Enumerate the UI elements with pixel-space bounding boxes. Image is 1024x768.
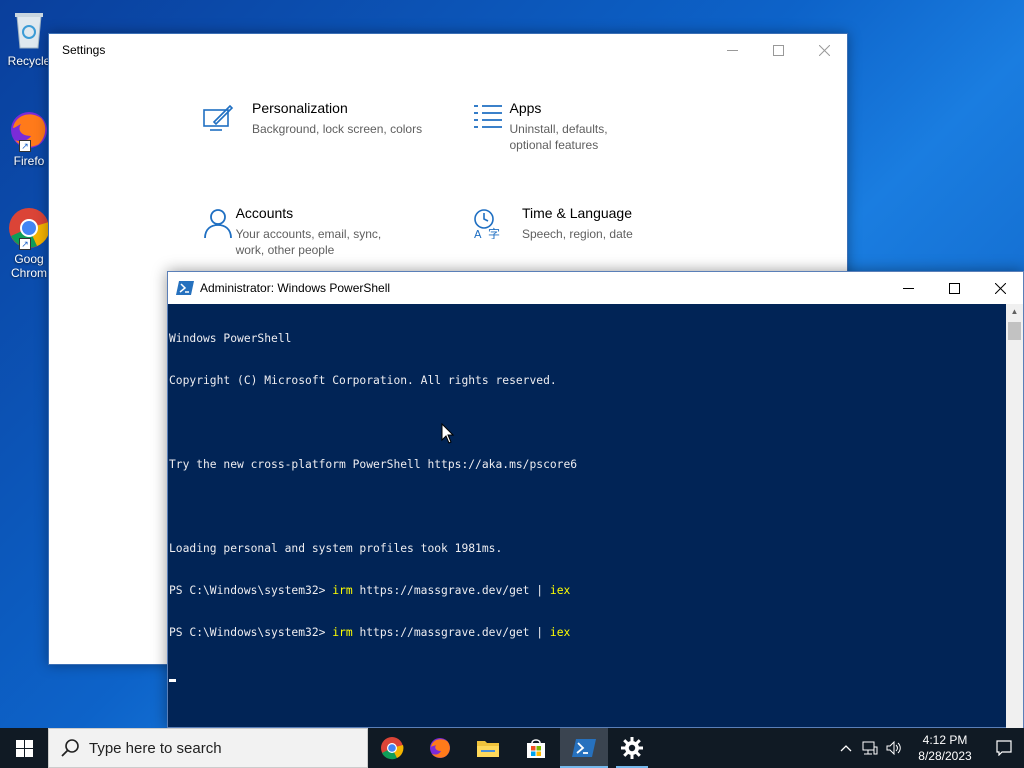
settings-item-description: Uninstall, defaults, optional features [509, 122, 608, 152]
search-placeholder: Type here to search [89, 739, 222, 757]
pipe: | [536, 584, 550, 597]
taskbar-app-file-explorer[interactable] [464, 728, 512, 768]
personalization-icon [202, 100, 252, 139]
firefox-icon [430, 738, 450, 758]
store-icon [527, 739, 545, 758]
settings-titlebar[interactable]: Settings [49, 34, 847, 66]
vertical-scrollbar[interactable]: ▲ [1006, 304, 1023, 728]
shortcut-arrow-icon: ↗ [19, 140, 31, 152]
action-center-button[interactable] [984, 740, 1024, 756]
minimize-icon [902, 287, 914, 289]
prompt: PS C:\Windows\system32> [169, 626, 333, 639]
taskbar-search-box[interactable]: Type here to search [48, 728, 368, 768]
powershell-icon [176, 281, 194, 295]
settings-item-title: Time & Language [522, 205, 632, 221]
command: iex [549, 626, 571, 639]
settings-item-description: Background, lock screen, colors [252, 122, 423, 136]
command: irm [332, 626, 353, 639]
notification-icon [996, 740, 1012, 756]
text-cursor [169, 679, 176, 682]
network-button[interactable] [858, 741, 882, 755]
system-tray: 4:12 PM 8/28/2023 [834, 728, 1024, 768]
speaker-icon [886, 741, 901, 755]
console-output[interactable]: Windows PowerShell Copyright (C) Microso… [168, 304, 1007, 728]
taskbar-app-firefox[interactable] [416, 728, 464, 768]
svg-text:A: A [474, 228, 482, 239]
start-button[interactable] [0, 728, 48, 768]
command-argument: https://massgrave.dev/get [352, 584, 537, 597]
taskbar-app-chrome[interactable] [368, 728, 416, 768]
close-icon [818, 44, 830, 56]
svg-text:字: 字 [488, 226, 500, 239]
settings-item-title: Personalization [252, 100, 348, 116]
taskbar-app-settings[interactable] [608, 728, 656, 768]
shortcut-arrow-icon: ↗ [19, 238, 31, 250]
maximize-button[interactable] [931, 272, 977, 304]
file-explorer-icon [477, 741, 499, 757]
taskbar-app-store[interactable] [512, 728, 560, 768]
minimize-button[interactable] [709, 34, 755, 66]
show-hidden-icons-button[interactable] [834, 744, 858, 752]
command: irm [332, 584, 353, 597]
volume-button[interactable] [882, 741, 906, 755]
minimize-button[interactable] [885, 272, 931, 304]
console-line: Copyright (C) Microsoft Corporation. All… [169, 374, 557, 387]
pipe: | [536, 626, 550, 639]
chevron-up-icon [840, 745, 852, 752]
settings-item-time-language[interactable]: A字 Time & Language Speech, region, date [472, 205, 712, 244]
console-line: Loading personal and system profiles too… [169, 542, 503, 555]
taskbar-app-powershell[interactable] [560, 728, 608, 768]
clock-time: 4:12 PM [922, 733, 968, 747]
person-icon [202, 205, 236, 258]
clock-date: 8/28/2023 [918, 749, 972, 763]
time-language-icon: A字 [472, 205, 522, 244]
powershell-icon [572, 739, 596, 757]
scrollbar-thumb[interactable] [1008, 322, 1021, 340]
close-icon [994, 282, 1006, 294]
search-icon [61, 739, 79, 757]
console-prompt-line: PS C:\Windows\system32> irm https://mass… [169, 626, 1007, 640]
console-line: Try the new cross-platform PowerShell ht… [169, 458, 578, 471]
minimize-icon [726, 49, 738, 51]
taskbar: Type here to search 4:12 PM 8/28/2023 [0, 728, 1024, 768]
settings-item-title: Apps [509, 100, 542, 116]
chrome-icon: ↗ [7, 206, 51, 250]
maximize-icon [948, 282, 960, 294]
console-prompt-line: PS C:\Windows\system32> irm https://mass… [169, 584, 1007, 598]
settings-item-personalization[interactable]: Personalization Background, lock screen,… [202, 100, 442, 139]
command: iex [549, 584, 571, 597]
settings-item-description: Your accounts, email, sync, work, other … [235, 227, 382, 257]
scroll-up-icon[interactable]: ▲ [1006, 304, 1023, 320]
settings-item-description: Speech, region, date [522, 227, 633, 241]
window-title: Settings [62, 43, 106, 57]
window-title: Administrator: Windows PowerShell [200, 281, 391, 295]
close-button[interactable] [977, 272, 1023, 304]
settings-item-title: Accounts [235, 205, 294, 221]
powershell-window[interactable]: Administrator: Windows PowerShell Window… [167, 271, 1024, 728]
settings-item-apps[interactable]: Apps Uninstall, defaults, optional featu… [472, 100, 652, 153]
maximize-button[interactable] [755, 34, 801, 66]
prompt: PS C:\Windows\system32> [169, 584, 333, 597]
settings-item-accounts[interactable]: Accounts Your accounts, email, sync, wor… [202, 205, 402, 258]
windows-logo-icon [15, 739, 33, 757]
taskbar-clock[interactable]: 4:12 PM 8/28/2023 [906, 732, 984, 764]
apps-list-icon [472, 100, 509, 153]
settings-gear-icon [621, 737, 643, 759]
console-input-line[interactable] [169, 668, 1007, 682]
firefox-icon: ↗ [7, 108, 51, 152]
chrome-icon [381, 737, 404, 760]
command-argument: https://massgrave.dev/get [352, 626, 537, 639]
console-line: Windows PowerShell [169, 332, 292, 345]
recycle-bin-icon [7, 8, 51, 52]
maximize-icon [772, 44, 784, 56]
powershell-titlebar[interactable]: Administrator: Windows PowerShell [168, 272, 1023, 304]
network-icon [862, 741, 878, 755]
mouse-pointer-icon [441, 423, 455, 444]
close-button[interactable] [801, 34, 847, 66]
